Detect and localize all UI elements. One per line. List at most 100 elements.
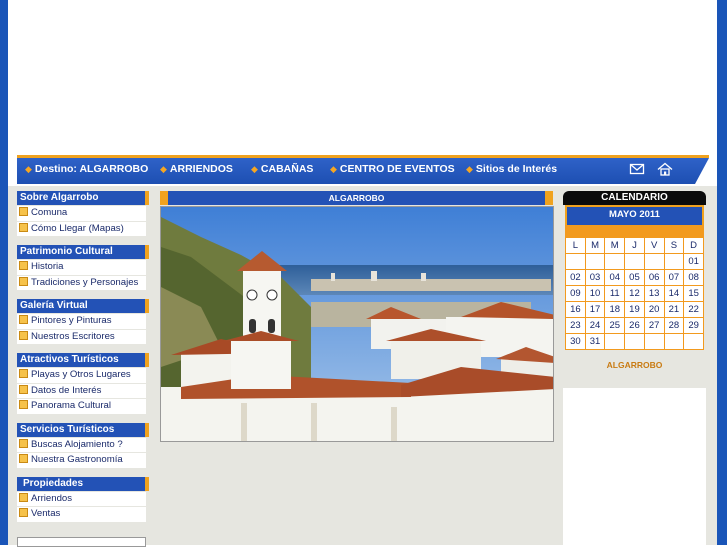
weekday-label: M (585, 238, 605, 253)
sidebar-item-playas[interactable]: Playas y Otros Lugares (17, 368, 146, 384)
bullet-icon (19, 438, 28, 448)
center-title: ALGARROBO (160, 191, 553, 205)
main-navbar: ◆ Destino: ALGARROBO ◆ ARRIENDOS ◆ CABAÑAS … (17, 155, 709, 184)
calendar-day-cell[interactable]: 17 (585, 302, 605, 317)
calendar-month: MAYO 2011 (565, 205, 704, 225)
nav-sitios-interes[interactable]: ◆ Sitios de Interés (466, 163, 557, 175)
calendar-day-cell[interactable]: 20 (644, 302, 664, 317)
calendar-day-cell[interactable]: 02 (566, 270, 585, 285)
nav-cabanas[interactable]: ◆ CABAÑAS (251, 163, 313, 175)
nav-arriendos[interactable]: ◆ ARRIENDOS (160, 163, 233, 175)
calendar-day-cell (684, 334, 703, 349)
calendar-day-cell[interactable]: 03 (585, 270, 605, 285)
nav-centro-eventos[interactable]: ◆ CENTRO DE EVENTOS (330, 163, 455, 175)
calendar-day-cell (644, 334, 664, 349)
calendar-day-cell[interactable]: 31 (585, 334, 605, 349)
calendar-day-cell[interactable]: 13 (644, 286, 664, 301)
calendar-day-cell[interactable]: 18 (605, 302, 625, 317)
sidebar-item-escritores[interactable]: Nuestros Escritores (17, 329, 146, 345)
bullet-icon (19, 400, 28, 409)
calendar-day-cell[interactable]: 06 (644, 270, 664, 285)
sidebar-item-ventas[interactable]: Ventas (17, 507, 146, 523)
bullet-icon (19, 330, 28, 340)
calendar-day-cell (625, 334, 644, 349)
calendar-day-cell[interactable]: 30 (566, 334, 585, 349)
page-frame-right (717, 0, 727, 545)
section-title-servicios: Servicios Turísticos (17, 422, 149, 437)
bullet-icon (19, 384, 28, 394)
home-icon[interactable] (657, 162, 673, 176)
calendar-day-cell[interactable]: 24 (585, 318, 605, 333)
calendar-day-cell[interactable]: 16 (566, 302, 585, 317)
weekday-label: L (566, 238, 585, 253)
calendar-day-cell[interactable]: 12 (625, 286, 644, 301)
bullet-icon (19, 276, 28, 286)
weekday-label: V (644, 238, 664, 253)
section-title-atractivos: Atractivos Turísticos (17, 353, 149, 367)
calendar-day-cell[interactable]: 26 (625, 318, 644, 333)
calendar-day-cell[interactable]: 11 (605, 286, 625, 301)
calendar-day-cell[interactable]: 10 (585, 286, 605, 301)
weekday-label: S (664, 238, 684, 253)
sidebar-item-historia[interactable]: Historia (17, 260, 146, 276)
navbar-corner (695, 158, 709, 184)
weekday-label: J (625, 238, 644, 253)
weekday-label: D (684, 238, 703, 253)
calendar-day-cell[interactable]: 14 (664, 286, 684, 301)
bullet-icon (19, 315, 28, 324)
bullet-icon (19, 222, 28, 232)
sidebar-item-como-llegar[interactable]: Cómo Llegar (Mapas) (17, 221, 146, 237)
sidebar-bottom-box (17, 537, 146, 547)
calendar-day-cell (605, 254, 625, 269)
mail-icon[interactable] (629, 162, 645, 176)
sidebar-item-gastronomia[interactable]: Nuestra Gastronomía (17, 453, 146, 469)
calendar-day-cell[interactable]: 09 (566, 286, 585, 301)
weekday-label: M (605, 238, 625, 253)
calendar-day-cell[interactable]: 23 (566, 318, 585, 333)
page-frame-left (0, 0, 8, 545)
town-photo-illustration (161, 207, 553, 441)
calendar-day-cell[interactable]: 01 (684, 254, 703, 269)
bullet-icon (19, 261, 28, 270)
calendar-day-cell[interactable]: 22 (684, 302, 703, 317)
calendar-week-row: 09 10 11 12 13 14 15 (566, 286, 703, 301)
calendar-widget: CALENDARIO MAYO 2011 L M M J V S D 01 02 0… (563, 191, 706, 370)
calendar-weekday-row: L M M J V S D (566, 238, 703, 253)
right-blank-panel (563, 388, 706, 545)
section-title-galeria: Galería Virtual (17, 299, 149, 313)
nav-destino[interactable]: ◆ Destino: ALGARROBO (25, 163, 148, 175)
bullet-icon (19, 207, 28, 216)
calendar-day-cell[interactable]: 04 (605, 270, 625, 285)
calendar-day-cell[interactable]: 08 (684, 270, 703, 285)
calendar-day-cell[interactable]: 05 (625, 270, 644, 285)
calendar-day-cell (585, 254, 605, 269)
calendar-day-cell[interactable]: 19 (625, 302, 644, 317)
calendar-day-cell[interactable]: 15 (684, 286, 703, 301)
calendar-day-cell[interactable]: 25 (605, 318, 625, 333)
bullet-icon (19, 492, 28, 502)
calendar-day-cell (605, 334, 625, 349)
calendar-day-cell (664, 334, 684, 349)
bullet-icon (19, 454, 28, 463)
calendar-day-cell[interactable]: 29 (684, 318, 703, 333)
sidebar-item-pintores[interactable]: Pintores y Pinturas (17, 314, 146, 330)
sidebar-item-panorama[interactable]: Panorama Cultural (17, 399, 146, 415)
calendar-week-row: 02 03 04 05 06 07 08 (566, 270, 703, 285)
sidebar-item-tradiciones[interactable]: Tradiciones y Personajes (17, 275, 146, 291)
sidebar-item-datos[interactable]: Datos de Interés (17, 383, 146, 399)
sidebar-item-alojamiento[interactable]: Buscas Alojamiento ? (17, 437, 146, 453)
calendar-title: CALENDARIO (563, 191, 706, 205)
calendar-day-cell[interactable]: 21 (664, 302, 684, 317)
bullet-icon (19, 369, 28, 378)
calendar-day-cell[interactable]: 07 (664, 270, 684, 285)
calendar-footer-label: ALGARROBO (606, 360, 663, 370)
calendar-week-row: 16 17 18 19 20 21 22 (566, 302, 703, 317)
sidebar-item-arriendos[interactable]: Arriendos (17, 491, 146, 507)
sidebar-item-comuna[interactable]: Comuna (17, 206, 146, 222)
calendar-day-cell[interactable]: 27 (644, 318, 664, 333)
town-photo (160, 206, 554, 442)
section-title-propiedades: Propiedades (17, 476, 149, 491)
calendar-day-cell[interactable]: 28 (664, 318, 684, 333)
calendar-week-row: 01 (566, 254, 703, 269)
calendar-day-cell (566, 254, 585, 269)
